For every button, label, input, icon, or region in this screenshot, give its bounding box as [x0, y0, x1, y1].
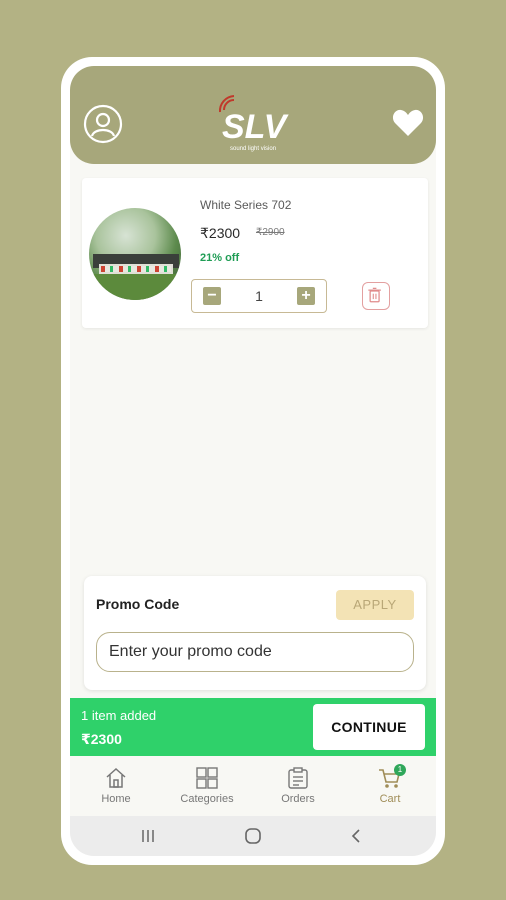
- cart-item-card: White Series 702 ₹2300 ₹2900 21% off − 1…: [82, 178, 428, 328]
- promo-code-input[interactable]: [96, 632, 414, 672]
- grid-icon: [196, 767, 218, 789]
- app-header: SLV sound light vision: [70, 66, 436, 164]
- nav-orders-label: Orders: [281, 793, 315, 805]
- system-navigation-bar: [70, 816, 436, 856]
- back-icon[interactable]: [348, 828, 364, 844]
- logo-text: SLV: [222, 108, 290, 146]
- nav-home-label: Home: [101, 793, 131, 805]
- quantity-stepper: − 1 +: [191, 279, 327, 313]
- nav-home[interactable]: Home: [76, 766, 156, 805]
- profile-icon[interactable]: [83, 104, 123, 144]
- product-mrp: ₹2900: [256, 227, 285, 238]
- clipboard-icon: [288, 767, 308, 789]
- promo-code-title: Promo Code: [96, 596, 180, 612]
- logo-tagline: sound light vision: [230, 146, 276, 152]
- nav-orders[interactable]: Orders: [258, 766, 338, 805]
- nav-categories-label: Categories: [180, 793, 234, 805]
- product-price: ₹2300: [200, 225, 241, 241]
- product-name[interactable]: White Series 702: [200, 198, 291, 212]
- promo-code-card: Promo Code APPLY: [84, 576, 426, 690]
- nav-cart[interactable]: 1 Cart: [350, 764, 430, 805]
- bottom-navigation: Home Categories Orders 1 Cart: [70, 760, 436, 820]
- nav-categories[interactable]: Categories: [167, 766, 247, 805]
- home-icon: [106, 767, 126, 788]
- cart-total: ₹2300: [81, 731, 122, 747]
- cart-count-badge: 1: [394, 764, 406, 776]
- slv-logo: SLV sound light vision: [218, 95, 290, 152]
- recent-apps-icon[interactable]: [140, 828, 156, 844]
- wishlist-heart-icon[interactable]: [392, 108, 424, 138]
- phone-frame: SLV sound light vision White Series 702 …: [64, 60, 442, 862]
- continue-button[interactable]: CONTINUE: [313, 704, 425, 750]
- remove-item-button[interactable]: [362, 282, 390, 310]
- items-added-count: 1 item added: [81, 708, 157, 723]
- home-button-icon[interactable]: [244, 827, 262, 845]
- product-image[interactable]: [89, 208, 181, 300]
- nav-cart-label: Cart: [379, 793, 401, 805]
- checkout-bar: 1 item added ₹2300 CONTINUE: [70, 698, 436, 756]
- increase-quantity-button[interactable]: +: [297, 287, 315, 305]
- trash-icon: [368, 287, 381, 303]
- discount-label: 21% off: [200, 252, 240, 264]
- apply-promo-button[interactable]: APPLY: [336, 590, 414, 620]
- app-screen: SLV sound light vision White Series 702 …: [70, 66, 436, 856]
